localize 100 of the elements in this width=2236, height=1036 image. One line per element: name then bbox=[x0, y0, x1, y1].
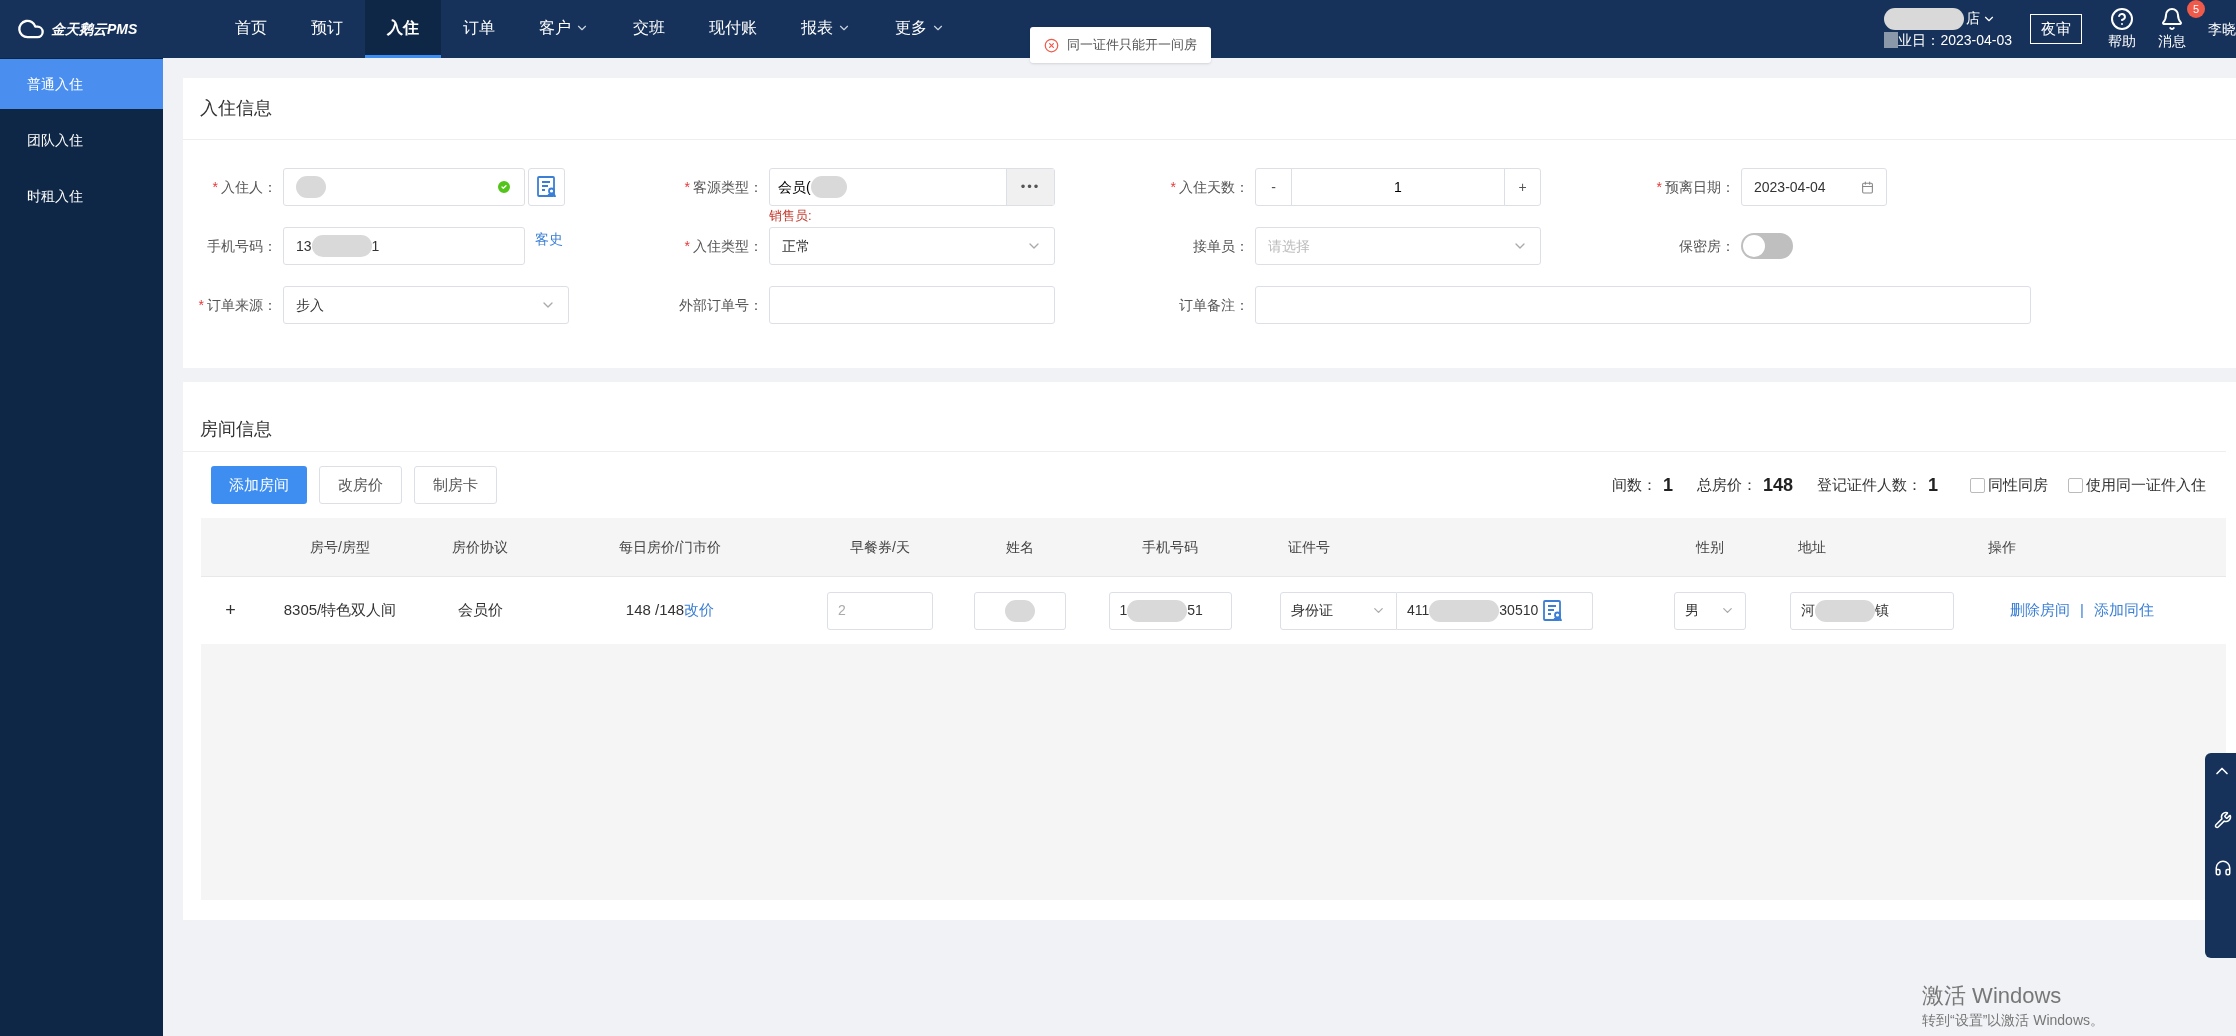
field-label: 手机号码： bbox=[207, 236, 277, 256]
guest-history-link[interactable]: 客史 bbox=[535, 229, 563, 250]
column-header: 地址 bbox=[1798, 537, 1826, 557]
nav-item[interactable]: 订单 bbox=[441, 0, 517, 58]
id-number-field[interactable]: 411 30510 bbox=[1397, 591, 1593, 630]
id-card-button[interactable] bbox=[528, 168, 565, 206]
help-button[interactable]: 帮助 bbox=[2108, 0, 2136, 58]
required-mark: * bbox=[212, 177, 218, 197]
field-label: 预离日期： bbox=[1665, 177, 1735, 197]
required-mark: * bbox=[684, 177, 690, 197]
more-button[interactable]: ••• bbox=[1006, 169, 1054, 205]
guest-name-field[interactable] bbox=[283, 168, 525, 206]
summary-value: 1 bbox=[1928, 473, 1938, 497]
business-date: 业日：2023-04-03 bbox=[1898, 30, 2012, 50]
required-mark: * bbox=[1656, 177, 1662, 197]
nav-item[interactable]: 预订 bbox=[289, 0, 365, 58]
gender-select[interactable]: 男 bbox=[1674, 591, 1746, 630]
checkbox[interactable] bbox=[1970, 477, 1985, 493]
night-audit-button[interactable]: 夜审 bbox=[2030, 13, 2082, 45]
text-field[interactable] bbox=[769, 286, 1055, 324]
error-icon bbox=[1044, 37, 1059, 53]
activation-text: 转到“设置”以激活 Windows。 bbox=[1922, 1011, 2104, 1030]
redaction-blur bbox=[810, 176, 847, 198]
price-text: 148 /148 bbox=[625, 600, 685, 621]
messages-button[interactable]: 消息 bbox=[2158, 0, 2186, 58]
input-field[interactable] bbox=[974, 591, 1066, 630]
message-count-badge: 5 bbox=[2187, 0, 2205, 18]
field-value: 会员( bbox=[777, 177, 811, 197]
column-header: 房号/房型 bbox=[310, 537, 370, 557]
checkbox-label: 同性同房 bbox=[1988, 474, 2048, 495]
user-name: 李晓 bbox=[2208, 19, 2236, 39]
field-label: 外部订单号： bbox=[679, 295, 763, 315]
add-roommate-link[interactable]: 添加同住 bbox=[2093, 599, 2154, 622]
nav-item[interactable]: 交班 bbox=[611, 0, 687, 58]
toggle-switch[interactable] bbox=[1741, 233, 1793, 259]
redaction-blur bbox=[1127, 599, 1188, 622]
nav-item[interactable]: 更多 bbox=[873, 0, 967, 58]
column-header: 早餐券/天 bbox=[850, 537, 910, 557]
field-label: 入住类型： bbox=[693, 236, 763, 256]
hotel-name: 店 bbox=[1966, 9, 1981, 28]
summary-value: 1 bbox=[1662, 473, 1673, 497]
field-label: 保密房： bbox=[1679, 236, 1735, 256]
redaction-blur bbox=[311, 235, 372, 257]
required-mark: * bbox=[1170, 177, 1176, 197]
headset-icon[interactable] bbox=[2214, 859, 2232, 877]
nav-item[interactable]: 现付账 bbox=[687, 0, 779, 58]
redaction-blur bbox=[1884, 32, 1899, 48]
summary-label: 登记证件人数： bbox=[1817, 474, 1922, 495]
toolbar-button[interactable]: 改房价 bbox=[319, 466, 402, 504]
column-header: 性别 bbox=[1696, 537, 1724, 557]
redaction-blur bbox=[1815, 599, 1875, 622]
id-type-select[interactable]: 身份证 bbox=[1280, 591, 1397, 630]
minus-button[interactable]: - bbox=[1256, 169, 1292, 205]
wrench-icon[interactable] bbox=[2214, 811, 2232, 829]
calendar-icon bbox=[1861, 180, 1874, 194]
bell-icon bbox=[2160, 6, 2184, 31]
table-cell-text: 8305/特色双人间 bbox=[283, 600, 397, 621]
column-header: 手机号码 bbox=[1142, 537, 1198, 557]
change-price-link[interactable]: 改价 bbox=[684, 599, 715, 622]
delete-room-link[interactable]: 删除房间 bbox=[2010, 599, 2070, 622]
select-field[interactable]: 步入 bbox=[283, 286, 569, 324]
summary-label: 总房价： bbox=[1696, 474, 1757, 495]
nav-item[interactable]: 报表 bbox=[779, 0, 873, 58]
input-field[interactable]: 河 镇 bbox=[1790, 591, 1954, 630]
phone-field[interactable]: 13 1 bbox=[283, 227, 525, 265]
required-mark: * bbox=[684, 236, 690, 256]
activation-title: 激活 Windows bbox=[1922, 982, 2063, 1010]
table-cell-text: 会员价 bbox=[457, 600, 503, 621]
field-label: 订单来源： bbox=[207, 295, 277, 315]
nav-item[interactable]: 客户 bbox=[517, 0, 611, 58]
error-toast: 同一证件只能开一间房 bbox=[1030, 27, 1211, 63]
sidebar-item[interactable]: 时租入住 bbox=[0, 171, 163, 221]
field-label: 入住天数： bbox=[1179, 177, 1249, 197]
days-stepper[interactable]: - 1 + bbox=[1255, 168, 1541, 206]
required-mark: * bbox=[198, 295, 204, 315]
input-field[interactable]: 1 51 bbox=[1108, 591, 1232, 630]
id-card-icon bbox=[535, 175, 558, 199]
expand-button[interactable]: + bbox=[225, 597, 236, 624]
summary-label: 间数： bbox=[1611, 474, 1657, 495]
nav-item[interactable]: 首页 bbox=[213, 0, 289, 58]
toolbar-button[interactable]: 制房卡 bbox=[414, 466, 497, 504]
field-label: 接单员： bbox=[1193, 236, 1249, 256]
source-type-field[interactable]: 会员( ••• bbox=[769, 168, 1055, 206]
redaction-blur bbox=[1429, 599, 1500, 622]
field-label: 入住人： bbox=[221, 177, 277, 197]
plus-button[interactable]: + bbox=[1504, 169, 1540, 205]
nav-item[interactable]: 入住 bbox=[365, 0, 441, 58]
checkbox-label: 使用同一证件入住 bbox=[2086, 474, 2206, 495]
checkbox[interactable] bbox=[2068, 477, 2083, 493]
column-header: 姓名 bbox=[1006, 537, 1034, 557]
select-field[interactable]: 正常 bbox=[769, 227, 1055, 265]
text-field[interactable] bbox=[1255, 286, 2031, 324]
column-header: 操作 bbox=[1988, 537, 2016, 557]
sidebar-item[interactable]: 团队入住 bbox=[0, 115, 163, 165]
date-field[interactable]: 2023-04-04 bbox=[1741, 168, 1887, 206]
column-header: 证件号 bbox=[1288, 537, 1330, 557]
section-title: 房间信息 bbox=[200, 418, 272, 441]
help-icon bbox=[2110, 6, 2134, 31]
id-card-icon bbox=[1542, 598, 1565, 623]
column-header: 房价协议 bbox=[452, 537, 508, 557]
